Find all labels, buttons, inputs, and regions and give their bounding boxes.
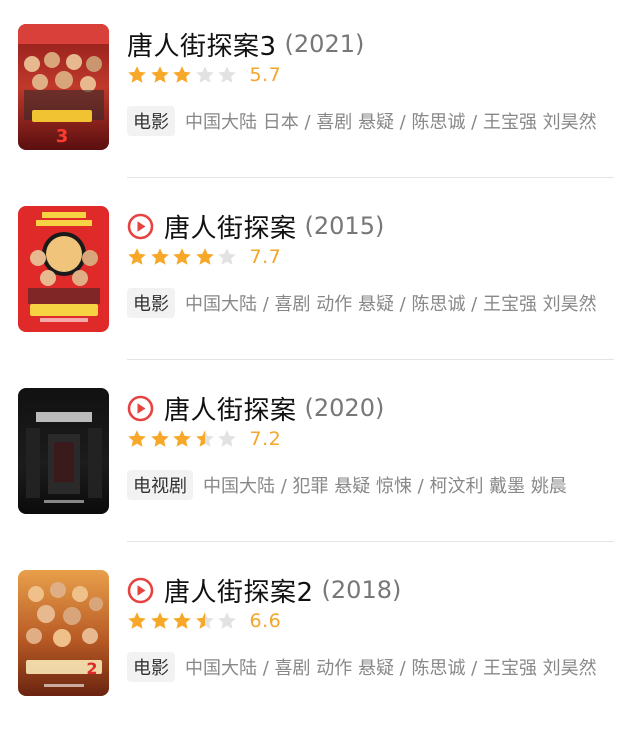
movie-title[interactable]: 唐人街探案 <box>164 390 297 427</box>
result-item[interactable]: 2 唐人街探案2 (2018) 6.6 电影 中国大陆 / 喜剧 动作 悬疑 /… <box>0 570 640 752</box>
meta-row: 电影 中国大陆 日本 / 喜剧 悬疑 / 陈思诚 / 王宝强 刘昊然 <box>127 106 614 136</box>
meta-text: 中国大陆 / 喜剧 动作 悬疑 / 陈思诚 / 王宝强 刘昊然 <box>185 658 597 679</box>
movie-title[interactable]: 唐人街探案2 <box>164 572 314 609</box>
star-full-icon <box>173 612 191 629</box>
movie-poster[interactable]: 2 <box>18 570 109 696</box>
meta-row: 电视剧 中国大陆 / 犯罪 悬疑 惊悚 / 柯汶利 戴墨 姚晨 <box>127 470 614 500</box>
rating-row: 7.2 <box>127 424 281 454</box>
movie-title[interactable]: 唐人街探案 <box>164 208 297 245</box>
star-rating <box>127 429 240 449</box>
star-full-icon <box>173 248 191 265</box>
star-full-icon <box>173 66 191 83</box>
divider <box>127 359 614 360</box>
star-empty-icon <box>218 430 236 447</box>
star-rating <box>127 611 240 631</box>
rating-score: 7.7 <box>249 246 282 268</box>
star-empty-icon <box>218 612 236 629</box>
star-rating <box>127 247 240 267</box>
movie-poster[interactable]: 3 <box>18 24 109 150</box>
type-badge: 电影 <box>127 652 175 682</box>
movie-year: (2015) <box>304 212 385 240</box>
rating-row: 5.7 <box>127 60 281 90</box>
star-full-icon <box>150 430 169 447</box>
result-item[interactable]: 3 唐人街探案3 (2021) 5.7 电影 中国大陆 日本 / 喜剧 悬疑 /… <box>0 24 640 206</box>
result-item[interactable]: 唐人街探案 (2015) 7.7 电影 中国大陆 / 喜剧 动作 悬疑 / 陈思… <box>0 206 640 388</box>
play-icon[interactable] <box>127 395 154 422</box>
rating-row: 6.6 <box>127 606 281 636</box>
meta-text: 中国大陆 / 喜剧 动作 悬疑 / 陈思诚 / 王宝强 刘昊然 <box>185 294 597 315</box>
play-icon[interactable] <box>127 577 154 604</box>
type-badge: 电视剧 <box>127 470 193 500</box>
star-full-icon <box>195 248 214 265</box>
meta-text: 中国大陆 / 犯罪 悬疑 惊悚 / 柯汶利 戴墨 姚晨 <box>203 476 567 497</box>
star-full-icon <box>150 66 169 83</box>
rating-row: 7.7 <box>127 242 281 272</box>
title-row: 唐人街探案2 (2018) <box>127 570 401 610</box>
star-full-icon <box>150 248 169 265</box>
star-empty-icon <box>195 66 214 83</box>
meta-text: 中国大陆 日本 / 喜剧 悬疑 / 陈思诚 / 王宝强 刘昊然 <box>185 112 597 133</box>
movie-poster[interactable] <box>18 206 109 332</box>
rating-score: 5.7 <box>249 64 282 86</box>
type-badge: 电影 <box>127 106 175 136</box>
star-empty-icon <box>218 248 236 265</box>
star-half-icon <box>195 430 214 447</box>
star-full-icon <box>128 612 146 629</box>
movie-year: (2018) <box>321 576 402 604</box>
star-full-icon <box>173 430 191 447</box>
movie-title[interactable]: 唐人街探案3 <box>127 26 277 63</box>
meta-row: 电影 中国大陆 / 喜剧 动作 悬疑 / 陈思诚 / 王宝强 刘昊然 <box>127 288 614 318</box>
star-empty-icon <box>218 66 236 83</box>
divider <box>127 541 614 542</box>
svg-text:3: 3 <box>56 126 69 147</box>
movie-year: (2021) <box>284 30 365 58</box>
star-full-icon <box>128 66 146 83</box>
star-full-icon <box>128 248 146 265</box>
movie-poster[interactable] <box>18 388 109 514</box>
title-row: 唐人街探案 (2015) <box>127 206 384 246</box>
movie-year: (2020) <box>304 394 385 422</box>
star-rating <box>127 65 240 85</box>
rating-score: 6.6 <box>249 610 282 632</box>
result-item[interactable]: 唐人街探案 (2020) 7.2 电视剧 中国大陆 / 犯罪 悬疑 惊悚 / 柯… <box>0 388 640 570</box>
title-row: 唐人街探案 (2020) <box>127 388 384 428</box>
divider <box>127 177 614 178</box>
svg-text:2: 2 <box>86 659 97 678</box>
star-full-icon <box>128 430 146 447</box>
title-row: 唐人街探案3 (2021) <box>127 24 364 64</box>
star-full-icon <box>150 612 169 629</box>
play-icon[interactable] <box>127 213 154 240</box>
type-badge: 电影 <box>127 288 175 318</box>
star-half-icon <box>195 612 214 629</box>
meta-row: 电影 中国大陆 / 喜剧 动作 悬疑 / 陈思诚 / 王宝强 刘昊然 <box>127 652 614 682</box>
rating-score: 7.2 <box>249 428 282 450</box>
